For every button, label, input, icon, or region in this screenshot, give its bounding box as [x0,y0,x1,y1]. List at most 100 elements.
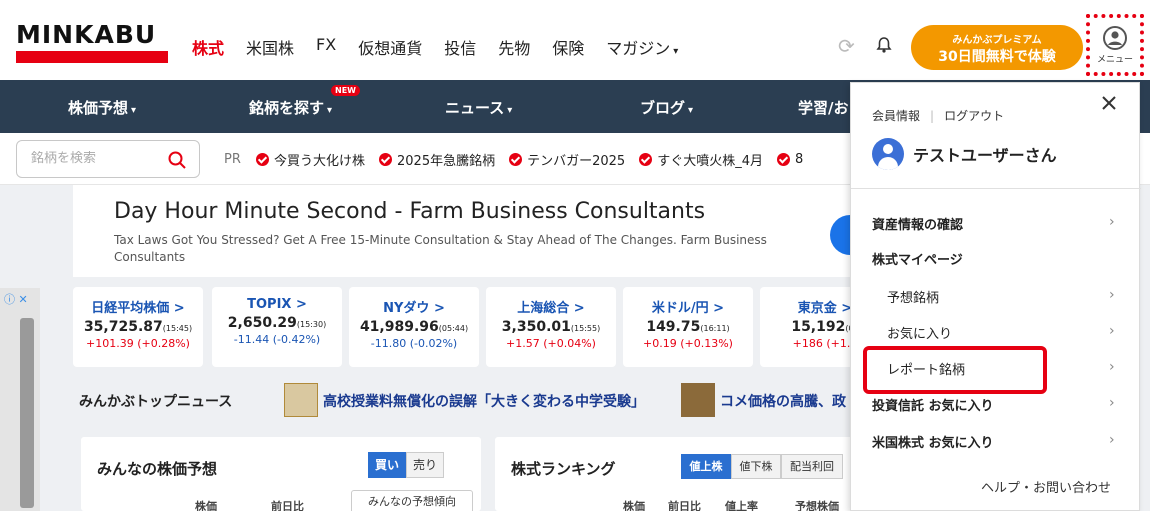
ad-choices-icon[interactable]: ⓘ ✕ [4,291,28,307]
new-badge: NEW [331,85,360,96]
account-menu-dropdown: 会員情報 | ログアウト テストユーザーさん 資産情報の確認 › 株式マイページ 予… [850,82,1141,511]
quote-card[interactable]: TOPIX > 2,650.29(15:30) -11.44 (-0.42%) [212,287,342,367]
quote-value-row: 149.75(16:11) [623,319,753,335]
quote-change: -11.80 (-0.02%) [370,337,458,350]
column-header-change: 前日比 [668,500,701,511]
nav-blog[interactable]: ブログ ▾ [640,97,693,118]
quote-value: 3,350.01 [501,319,571,335]
quote-value-row: 2,650.29(15:30) [212,315,342,331]
top-nav-us-stocks[interactable]: 米国株 [246,35,294,59]
menu-item-stock-mypage[interactable]: 株式マイページ [851,240,1141,276]
ranking-tab-losers[interactable]: 値下株 [731,454,781,479]
pr-tag[interactable]: 8 [776,150,803,169]
pr-tag[interactable]: すぐ大噴火株_4月 [639,150,763,169]
chevron-down-icon: ▾ [327,105,333,116]
bell-icon[interactable] [875,36,893,54]
news-thumbnail[interactable] [284,383,318,417]
news-headline[interactable]: コメ価格の高騰、政 [720,391,846,411]
quote-change: +101.39 (+0.28%) [86,337,190,350]
member-info-link[interactable]: 会員情報 [872,109,920,123]
quote-value: 15,192 [791,319,846,335]
search-icon[interactable] [167,150,187,170]
chevron-right-icon: › [1109,395,1115,411]
quote-change: +1.57 (+0.04%) [506,337,596,350]
account-icon [1103,26,1127,50]
quote-card[interactable]: 日経平均株価 > 35,725.87(15:45) +101.39 (+0.28… [73,287,203,367]
quote-value: 2,650.29 [227,315,297,331]
pr-tag-label: 今買う大化け株 [274,154,366,169]
logout-link[interactable]: ログアウト [944,109,1004,123]
quote-name: TOPIX > [247,297,307,312]
column-header-forecast: 予想株価 [795,500,839,511]
nav-news[interactable]: ニュース ▾ [445,97,512,118]
top-nav-funds[interactable]: 投信 [444,35,476,59]
pr-tag-label: テンバガー2025 [527,154,626,169]
top-nav-fx[interactable]: FX [316,35,336,59]
quote-card[interactable]: 米ドル/円 > 149.75(16:11) +0.19 (+0.13%) [623,287,753,367]
sell-tab[interactable]: 売り [406,452,444,478]
menu-item-us-stock-favorites[interactable]: 米国株式 お気に入り › [851,423,1141,459]
column-header-price: 株価 [195,500,217,511]
nav-find-stocks[interactable]: 銘柄を探す ▾ [249,97,332,118]
menu-item-label: 予想銘柄 [887,291,940,306]
ranking-tab-dividend[interactable]: 配当利回 [781,454,843,479]
check-circle-icon [379,153,393,166]
menu-item-favorites[interactable]: お気に入り › [851,314,1141,350]
quote-value: 35,725.87 [83,319,163,335]
quote-name: 日経平均株価 > [91,301,185,316]
chevron-right-icon: › [1109,432,1115,448]
premium-trial-label: 30日間無料で体験 [938,49,1056,65]
quote-time: (15:55) [570,324,601,333]
divider: | [930,109,935,123]
ranking-tab-gainers[interactable]: 値上株 [681,454,731,479]
top-nav-futures[interactable]: 先物 [498,35,530,59]
pr-tag[interactable]: 2025年急騰銘柄 [379,150,495,169]
nav-forecast[interactable]: 株価予想 ▾ [68,97,136,118]
help-contact-link[interactable]: ヘルプ・お問い合わせ [981,477,1111,496]
ranking-panel: 株式ランキング 値上株 値下株 配当利回 株価 前日比 値上率 予想株価 [495,437,863,511]
news-thumbnail[interactable] [681,383,715,417]
side-ad-image [20,318,34,508]
quote-name: 米ドル/円 > [651,301,725,316]
quote-value-row: 3,350.01(15:55) [486,319,616,335]
quote-change: +0.19 (+0.13%) [643,337,733,350]
forecast-trend-button[interactable]: みんなの予想傾向 [351,490,473,511]
nav-learn[interactable]: 学習/お [798,97,848,118]
chevron-down-icon: ▾ [673,46,679,57]
ad-title: Day Hour Minute Second - Farm Business C… [114,199,706,224]
menu-item-label: お気に入り [887,327,953,342]
nav-find-stocks-label: 銘柄を探す [249,99,325,117]
premium-trial-button[interactable]: みんかぶプレミアム 30日間無料で体験 [911,25,1083,70]
market-quotes: 日経平均株価 > 35,725.87(15:45) +101.39 (+0.28… [73,287,890,367]
user-info: テストユーザーさん [872,138,1057,170]
pr-tags: 今買う大化け株 2025年急騰銘柄 テンバガー2025 すぐ大噴火株_4月 8 [256,150,817,169]
quote-card[interactable]: NYダウ > 41,989.96(05:44) -11.80 (-0.02%) [349,287,479,367]
refresh-icon[interactable]: ⟳ [838,34,860,58]
side-ad[interactable]: ⓘ ✕ [0,288,40,511]
search-input[interactable] [31,151,161,166]
top-nav-stocks[interactable]: 株式 [192,35,224,59]
column-header-change: 前日比 [271,500,304,511]
minkabu-logo[interactable]: MINKABU [16,22,168,63]
news-headline[interactable]: 高校授業料無償化の誤解「大きく変わる中学受験」 [323,391,645,411]
top-nav-crypto[interactable]: 仮想通貨 [358,35,422,59]
pr-tag[interactable]: 今買う大化け株 [256,150,365,169]
banner-ad[interactable]: Day Hour Minute Second - Farm Business C… [73,185,870,277]
menu-item-fund-favorites[interactable]: 投資信託 お気に入り › [851,386,1141,422]
username: テストユーザーさん [913,146,1057,165]
menu-item-assets[interactable]: 資産情報の確認 › [851,205,1141,241]
menu-item-forecast-stocks[interactable]: 予想銘柄 › [851,278,1141,314]
pr-tag[interactable]: テンバガー2025 [509,150,625,169]
quote-value: 41,989.96 [359,319,439,335]
top-nav-magazine[interactable]: マガジン ▾ [606,35,678,59]
quote-name: 上海総合 > [517,301,585,316]
quote-card[interactable]: 上海総合 > 3,350.01(15:55) +1.57 (+0.04%) [486,287,616,367]
quote-value-row: 35,725.87(15:45) [73,319,203,335]
top-nav-insurance[interactable]: 保険 [552,35,584,59]
close-icon[interactable] [1100,94,1118,112]
buy-tab[interactable]: 買い [368,452,406,478]
top-nav-magazine-label: マガジン [606,39,671,58]
quote-value-row: 41,989.96(05:44) [349,319,479,335]
menu-button[interactable]: メニュー [1086,14,1144,76]
pr-label: PR [224,152,241,167]
